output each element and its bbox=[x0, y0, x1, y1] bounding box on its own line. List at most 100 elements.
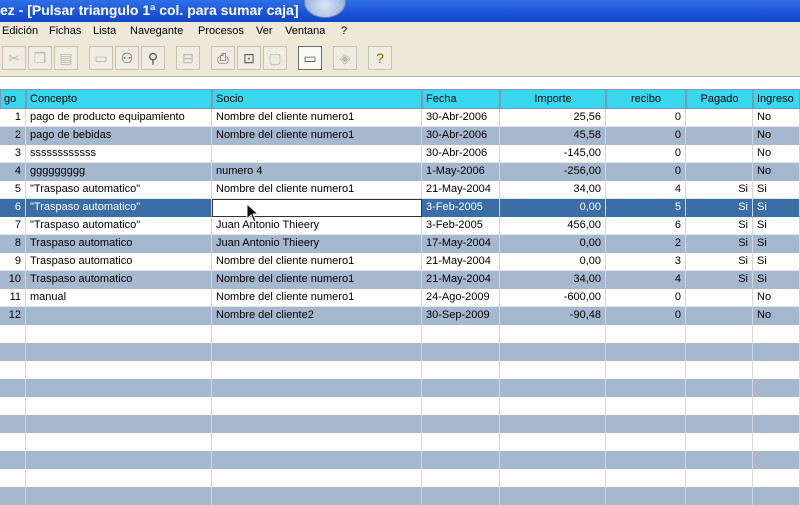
empty-cell[interactable] bbox=[0, 325, 26, 343]
empty-cell[interactable] bbox=[606, 415, 686, 433]
cell-importe[interactable]: 0,00 bbox=[500, 253, 606, 271]
window-icon[interactable]: ▭ bbox=[89, 46, 113, 70]
cell-concepto[interactable]: "Traspaso automatico" bbox=[26, 199, 212, 217]
cell-pagado[interactable] bbox=[686, 163, 753, 181]
header-pagado[interactable]: Pagado bbox=[686, 89, 753, 109]
menu-lista[interactable]: Lista bbox=[93, 25, 116, 37]
cell-pagado[interactable]: Si bbox=[686, 271, 753, 289]
row-number[interactable]: 4 bbox=[0, 163, 26, 181]
menu-procesos[interactable]: Procesos bbox=[198, 25, 244, 37]
cell-fecha[interactable]: 30-Abr-2006 bbox=[422, 109, 500, 127]
cell-pagado[interactable] bbox=[686, 109, 753, 127]
empty-row[interactable] bbox=[0, 379, 800, 397]
menu-edicion[interactable]: Edición bbox=[2, 25, 38, 37]
cell-ingreso[interactable]: Si bbox=[753, 253, 800, 271]
cell-ingreso[interactable]: No bbox=[753, 145, 800, 163]
cell-socio[interactable]: Nombre del cliente numero1 bbox=[212, 181, 422, 199]
cell-concepto[interactable]: "Traspaso automatico" bbox=[26, 181, 212, 199]
empty-cell[interactable] bbox=[500, 361, 606, 379]
cell-importe[interactable]: 0,00 bbox=[500, 235, 606, 253]
cell-fecha[interactable]: 3-Feb-2005 bbox=[422, 217, 500, 235]
cell-pagado[interactable]: Si bbox=[686, 253, 753, 271]
table-row[interactable]: 2 pago de bebidas Nombre del cliente numer… bbox=[0, 127, 800, 145]
empty-cell[interactable] bbox=[606, 361, 686, 379]
cell-ingreso[interactable]: Si bbox=[753, 271, 800, 289]
empty-cell[interactable] bbox=[753, 361, 800, 379]
print-preview-icon[interactable]: ⊡ bbox=[237, 46, 261, 70]
empty-cell[interactable] bbox=[753, 469, 800, 487]
empty-cell[interactable] bbox=[26, 451, 212, 469]
empty-cell[interactable] bbox=[753, 415, 800, 433]
empty-cell[interactable] bbox=[686, 487, 753, 505]
cell-pagado[interactable]: Si bbox=[686, 199, 753, 217]
cell-recibo[interactable]: 0 bbox=[606, 289, 686, 307]
empty-cell[interactable] bbox=[686, 361, 753, 379]
empty-cell[interactable] bbox=[0, 361, 26, 379]
empty-cell[interactable] bbox=[0, 487, 26, 505]
empty-cell[interactable] bbox=[686, 325, 753, 343]
menu-ver[interactable]: Ver bbox=[256, 25, 273, 37]
empty-cell[interactable] bbox=[212, 397, 422, 415]
empty-cell[interactable] bbox=[422, 469, 500, 487]
table-row[interactable]: 1 pago de producto equipamiento Nombre del… bbox=[0, 109, 800, 127]
empty-cell[interactable] bbox=[500, 325, 606, 343]
export-icon[interactable]: ⊟ bbox=[176, 46, 200, 70]
empty-cell[interactable] bbox=[500, 487, 606, 505]
cell-concepto[interactable]: ssssssssssss bbox=[26, 145, 212, 163]
empty-cell[interactable] bbox=[422, 343, 500, 361]
search-icon[interactable]: ⚲ bbox=[141, 46, 165, 70]
empty-cell[interactable] bbox=[753, 487, 800, 505]
empty-row[interactable] bbox=[0, 325, 800, 343]
empty-cell[interactable] bbox=[26, 379, 212, 397]
cell-pagado[interactable] bbox=[686, 289, 753, 307]
table-row[interactable]: 8 Traspaso automatico Juan Antonio Thieery… bbox=[0, 235, 800, 253]
empty-cell[interactable] bbox=[606, 379, 686, 397]
empty-cell[interactable] bbox=[212, 325, 422, 343]
empty-cell[interactable] bbox=[0, 415, 26, 433]
row-number[interactable]: 9 bbox=[0, 253, 26, 271]
empty-cell[interactable] bbox=[606, 397, 686, 415]
empty-cell[interactable] bbox=[753, 451, 800, 469]
cell-recibo[interactable]: 0 bbox=[606, 127, 686, 145]
empty-cell[interactable] bbox=[753, 325, 800, 343]
empty-cell[interactable] bbox=[212, 379, 422, 397]
cell-recibo[interactable]: 4 bbox=[606, 181, 686, 199]
cell-recibo[interactable]: 6 bbox=[606, 217, 686, 235]
empty-cell[interactable] bbox=[26, 343, 212, 361]
empty-cell[interactable] bbox=[686, 343, 753, 361]
row-number[interactable]: 7 bbox=[0, 217, 26, 235]
cell-ingreso[interactable]: Si bbox=[753, 235, 800, 253]
empty-cell[interactable] bbox=[422, 415, 500, 433]
table-row[interactable]: 12 Nombre del cliente2 30-Sep-2009 -90,48 0 N… bbox=[0, 307, 800, 325]
empty-cell[interactable] bbox=[212, 451, 422, 469]
row-number[interactable]: 1 bbox=[0, 109, 26, 127]
empty-cell[interactable] bbox=[0, 469, 26, 487]
header-concepto[interactable]: Concepto bbox=[26, 89, 212, 109]
menu-ventana[interactable]: Ventana bbox=[285, 25, 325, 37]
cell-socio[interactable]: Nombre del cliente numero1 bbox=[212, 127, 422, 145]
cell-fecha[interactable]: 30-Sep-2009 bbox=[422, 307, 500, 325]
empty-cell[interactable] bbox=[212, 487, 422, 505]
empty-cell[interactable] bbox=[500, 433, 606, 451]
empty-cell[interactable] bbox=[26, 361, 212, 379]
cell-importe[interactable]: 25,56 bbox=[500, 109, 606, 127]
cell-concepto[interactable]: pago de bebidas bbox=[26, 127, 212, 145]
table-row[interactable]: 6 "Traspaso automatico" 3-Feb-2005 0,00 5 Si S… bbox=[0, 199, 800, 217]
table-row[interactable]: 7 "Traspaso automatico" Juan Antonio Thiee… bbox=[0, 217, 800, 235]
cell-importe[interactable]: 0,00 bbox=[500, 199, 606, 217]
cell-ingreso[interactable]: Si bbox=[753, 217, 800, 235]
empty-row[interactable] bbox=[0, 487, 800, 505]
empty-cell[interactable] bbox=[212, 469, 422, 487]
print-icon[interactable]: ⎙ bbox=[211, 46, 235, 70]
cell-recibo[interactable]: 0 bbox=[606, 109, 686, 127]
empty-cell[interactable] bbox=[753, 379, 800, 397]
cell-ingreso[interactable]: No bbox=[753, 109, 800, 127]
empty-cell[interactable] bbox=[500, 415, 606, 433]
empty-cell[interactable] bbox=[686, 415, 753, 433]
cell-importe[interactable]: 34,00 bbox=[500, 181, 606, 199]
cell-pagado[interactable]: Si bbox=[686, 217, 753, 235]
cell-recibo[interactable]: 0 bbox=[606, 145, 686, 163]
empty-row[interactable] bbox=[0, 415, 800, 433]
cell-ingreso[interactable]: No bbox=[753, 127, 800, 145]
cell-recibo[interactable]: 0 bbox=[606, 307, 686, 325]
